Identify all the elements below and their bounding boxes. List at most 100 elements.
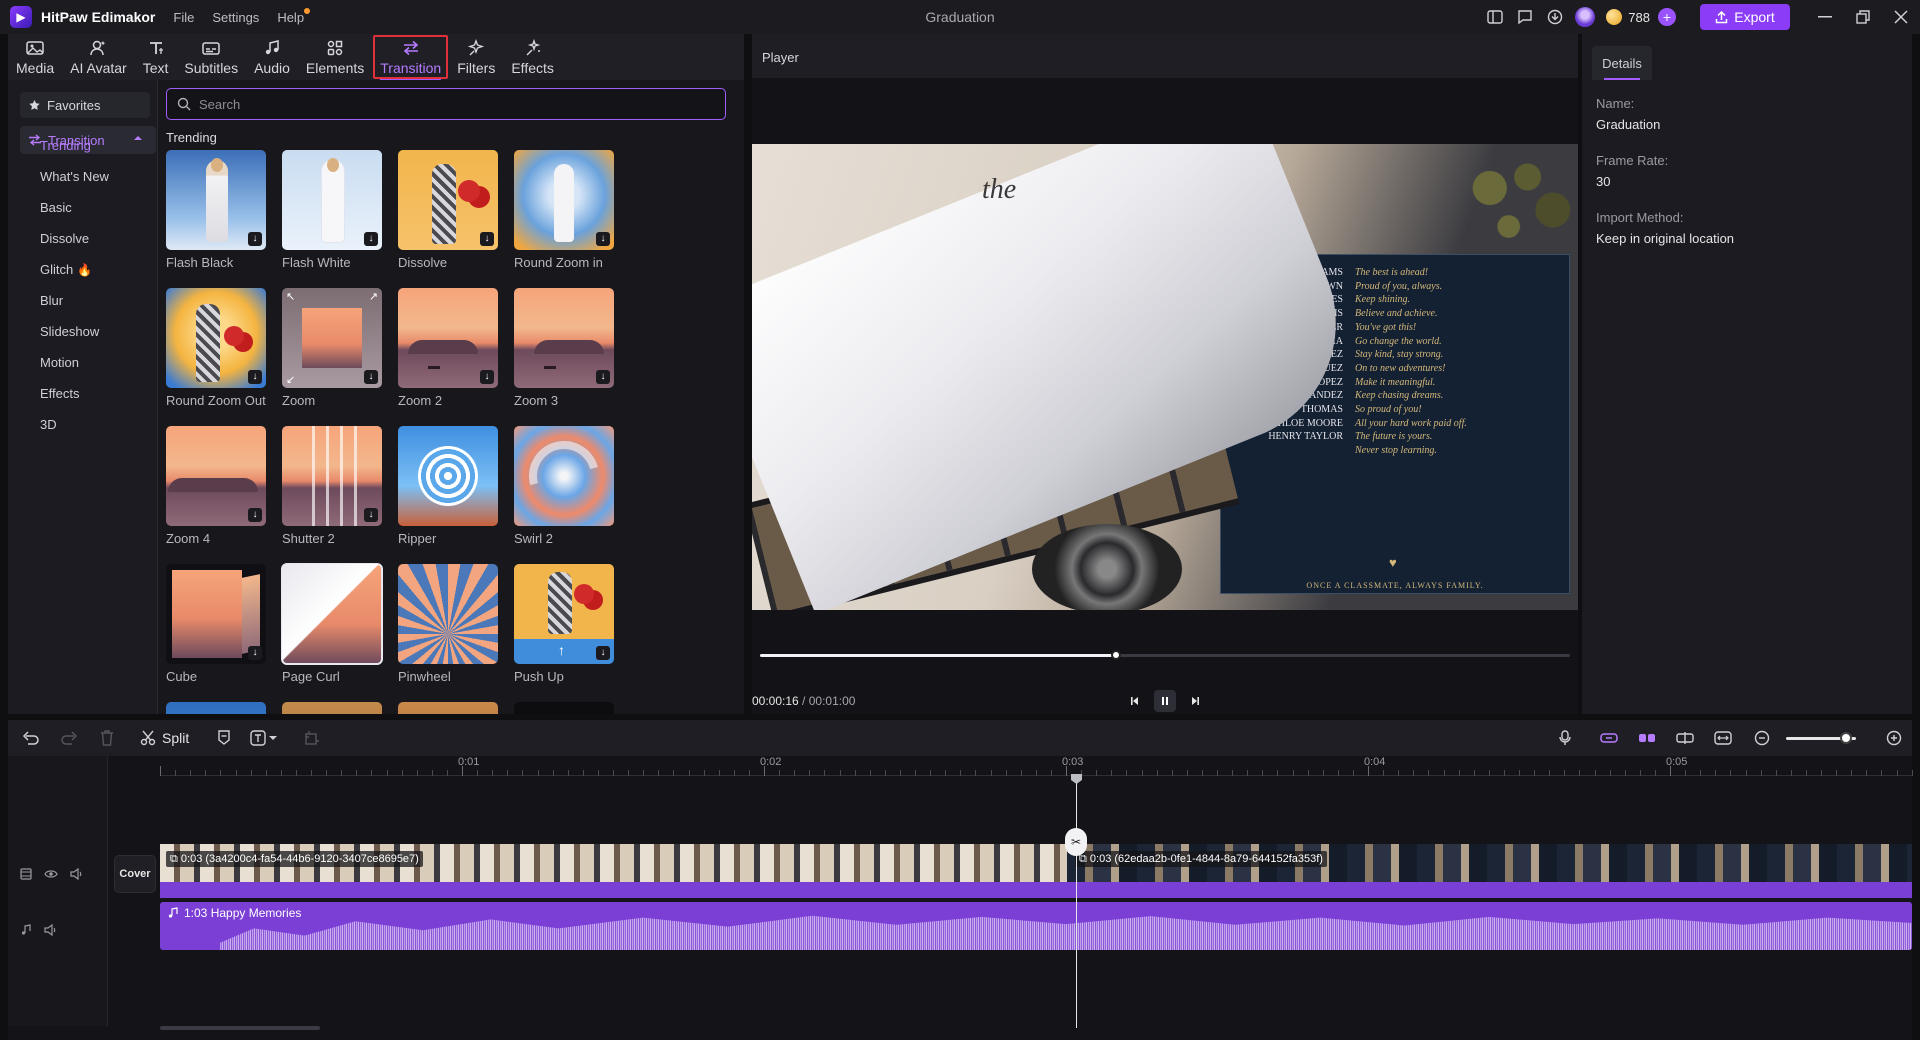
- link-clips-icon[interactable]: [1594, 720, 1624, 756]
- layout-icon[interactable]: [1480, 0, 1510, 34]
- category-basic[interactable]: Basic: [40, 200, 72, 215]
- split-button[interactable]: Split: [140, 720, 189, 756]
- redo-icon[interactable]: [50, 720, 88, 756]
- fit-timeline-icon[interactable]: [1708, 720, 1738, 756]
- avatar[interactable]: [1570, 0, 1600, 34]
- zoom-slider-handle[interactable]: [1839, 732, 1852, 744]
- category-blur[interactable]: Blur: [40, 293, 63, 308]
- transition-card[interactable]: ↓ Zoom 4: [166, 426, 266, 546]
- volume-icon[interactable]: [44, 924, 58, 936]
- zoom-in-icon[interactable]: [1882, 720, 1906, 756]
- category-effects[interactable]: Effects: [40, 386, 80, 401]
- download-icon[interactable]: ↓: [596, 370, 610, 384]
- audio-clip[interactable]: 1:03 Happy Memories: [160, 902, 1912, 950]
- feedback-icon[interactable]: [1510, 0, 1540, 34]
- time-ruler[interactable]: 0:01 0:02 0:03 0:04 0:05: [160, 756, 1913, 780]
- undo-icon[interactable]: [12, 720, 50, 756]
- export-button[interactable]: Export: [1700, 4, 1790, 30]
- category-3d[interactable]: 3D: [40, 417, 57, 432]
- transition-card[interactable]: Swirl 2: [514, 426, 614, 546]
- download-icon[interactable]: ↓: [248, 508, 262, 522]
- category-dissolve[interactable]: Dissolve: [40, 231, 89, 246]
- volume-icon[interactable]: [70, 868, 84, 880]
- transition-card[interactable]: ↓ Flash Black: [166, 150, 266, 270]
- download-icon[interactable]: ↓: [596, 646, 610, 660]
- category-whats-new[interactable]: What's New: [40, 169, 109, 184]
- video-clip[interactable]: ⧉ 0:03 (62edaa2b-0fe1-4844-8a79-644152fa…: [1067, 844, 1912, 882]
- transition-card[interactable]: [514, 702, 614, 714]
- download-icon[interactable]: ↓: [364, 508, 378, 522]
- transition-card[interactable]: ↓ Shutter 2: [282, 426, 382, 546]
- tab-details[interactable]: Details: [1592, 46, 1652, 80]
- menu-help[interactable]: Help: [277, 7, 311, 25]
- split-at-playhead-icon[interactable]: ✂: [1065, 828, 1087, 856]
- download-icon[interactable]: ↓: [248, 370, 262, 384]
- category-glitch[interactable]: Glitch 🔥: [40, 262, 92, 277]
- tab-audio[interactable]: Audio: [246, 34, 298, 80]
- prev-frame-button[interactable]: [1126, 690, 1144, 712]
- progress-handle[interactable]: [1111, 650, 1122, 660]
- download-icon[interactable]: ↓: [480, 370, 494, 384]
- cover-button[interactable]: Cover: [114, 855, 156, 893]
- transition-card[interactable]: ↓ Cube: [166, 564, 266, 684]
- next-frame-button[interactable]: [1186, 690, 1204, 712]
- transition-card[interactable]: Page Curl: [281, 563, 383, 684]
- download-icon[interactable]: ↓: [364, 232, 378, 246]
- transition-card[interactable]: [282, 702, 382, 714]
- transition-card[interactable]: ↓ Zoom 2: [398, 288, 498, 408]
- download-icon[interactable]: ↓: [480, 232, 494, 246]
- video-track-icon[interactable]: [20, 868, 32, 880]
- transition-card[interactable]: ↓ Round Zoom in: [514, 150, 614, 270]
- download-icon[interactable]: ↓: [248, 646, 262, 660]
- marker-icon[interactable]: [205, 720, 243, 756]
- transition-card[interactable]: ↓ Dissolve: [398, 150, 498, 270]
- download-icon[interactable]: ↓: [596, 232, 610, 246]
- download-icon[interactable]: ↓: [364, 370, 378, 384]
- menu-file[interactable]: File: [173, 10, 194, 25]
- menu-settings[interactable]: Settings: [212, 10, 259, 25]
- transition-card[interactable]: [166, 702, 266, 714]
- tab-text[interactable]: Text: [135, 34, 177, 80]
- transition-card[interactable]: ↓ Round Zoom Out: [166, 288, 266, 408]
- video-clip[interactable]: ⧉ 0:03 (3a4200c4-fa54-44b6-9120-3407ce86…: [160, 844, 1067, 882]
- timeline-scrollbar[interactable]: [160, 1026, 320, 1030]
- transition-card[interactable]: ↓ Flash White: [282, 150, 382, 270]
- eye-icon[interactable]: [44, 868, 58, 880]
- playhead-handle[interactable]: [1071, 774, 1082, 784]
- text-template-dropdown[interactable]: [243, 720, 283, 756]
- transition-card[interactable]: Ripper: [398, 426, 498, 546]
- crop-icon[interactable]: [293, 720, 331, 756]
- category-trending[interactable]: Trending: [40, 138, 91, 153]
- microphone-icon[interactable]: [1550, 720, 1580, 756]
- download-icon[interactable]: ↓: [248, 232, 262, 246]
- playback-progress-bar[interactable]: [760, 650, 1570, 660]
- category-slideshow[interactable]: Slideshow: [40, 324, 99, 339]
- tab-ai-avatar[interactable]: AI Avatar: [62, 34, 135, 80]
- restore-icon[interactable]: [1844, 0, 1882, 34]
- music-note-icon[interactable]: [20, 924, 32, 936]
- delete-icon[interactable]: [88, 720, 126, 756]
- transition-card[interactable]: [398, 702, 498, 714]
- transition-card[interactable]: ↑ ↓ Push Up: [514, 564, 614, 684]
- tab-effects[interactable]: Effects: [503, 34, 562, 80]
- transition-card[interactable]: ↖ ↗ ↙ ↓ Zoom: [282, 288, 382, 408]
- download-icon[interactable]: [1540, 0, 1570, 34]
- auto-ripple-icon[interactable]: [1670, 720, 1700, 756]
- transition-card[interactable]: Pinwheel: [398, 564, 498, 684]
- add-coins-button[interactable]: +: [1658, 8, 1676, 26]
- category-motion[interactable]: Motion: [40, 355, 79, 370]
- transition-card[interactable]: ↓ Zoom 3: [514, 288, 614, 408]
- search-input[interactable]: Search: [166, 88, 726, 120]
- close-icon[interactable]: [1882, 0, 1920, 34]
- tab-subtitles[interactable]: Subtitles: [176, 34, 246, 80]
- tab-filters[interactable]: Filters: [449, 34, 503, 80]
- video-preview[interactable]: WILLIAMSThe best is ahead!OLIVIA BROWNPr…: [752, 144, 1578, 610]
- zoom-out-icon[interactable]: [1750, 720, 1774, 756]
- tab-transition[interactable]: Transition: [372, 34, 449, 80]
- minimize-icon[interactable]: [1806, 0, 1844, 34]
- magnet-snap-icon[interactable]: [1632, 720, 1662, 756]
- tab-media[interactable]: Media: [8, 34, 62, 80]
- favorites-item[interactable]: Favorites: [20, 92, 150, 118]
- tab-elements[interactable]: Elements: [298, 34, 372, 80]
- pause-button[interactable]: [1154, 690, 1176, 712]
